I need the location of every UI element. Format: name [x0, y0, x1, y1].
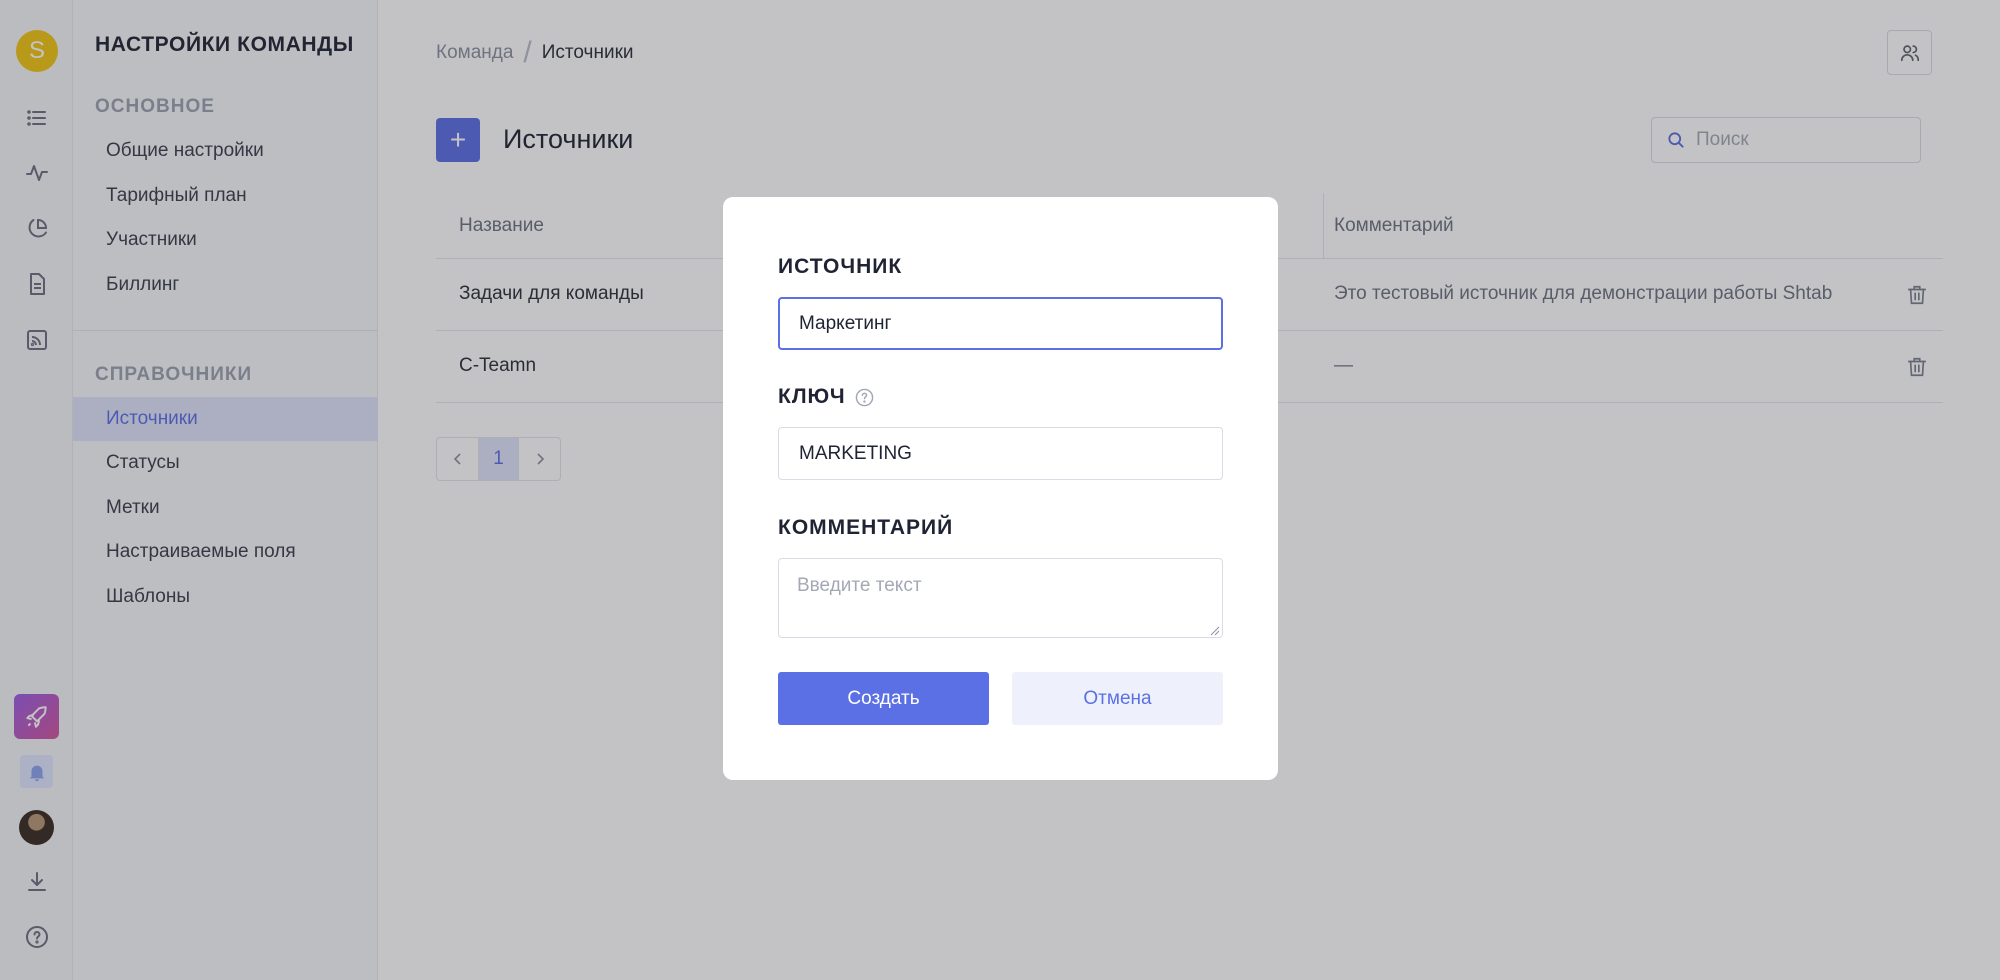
create-button[interactable]: Создать: [778, 672, 989, 725]
source-label: ИСТОЧНИК: [778, 255, 902, 279]
key-input[interactable]: [778, 427, 1223, 480]
cancel-button[interactable]: Отмена: [1012, 672, 1223, 725]
resize-grip-icon[interactable]: [1210, 626, 1220, 636]
create-source-dialog: ИСТОЧНИК КЛЮЧ КОММЕНТАРИЙ Создать Отмена: [723, 197, 1278, 780]
comment-label: КОММЕНТАРИЙ: [778, 516, 953, 540]
key-label: КЛЮЧ: [778, 385, 874, 409]
key-label-text: КЛЮЧ: [778, 385, 846, 408]
source-name-input[interactable]: [778, 297, 1223, 350]
comment-label-text: КОММЕНТАРИЙ: [778, 516, 954, 539]
source-label-text: ИСТОЧНИК: [778, 255, 903, 278]
comment-textarea[interactable]: [778, 558, 1223, 638]
question-icon[interactable]: [855, 388, 874, 407]
